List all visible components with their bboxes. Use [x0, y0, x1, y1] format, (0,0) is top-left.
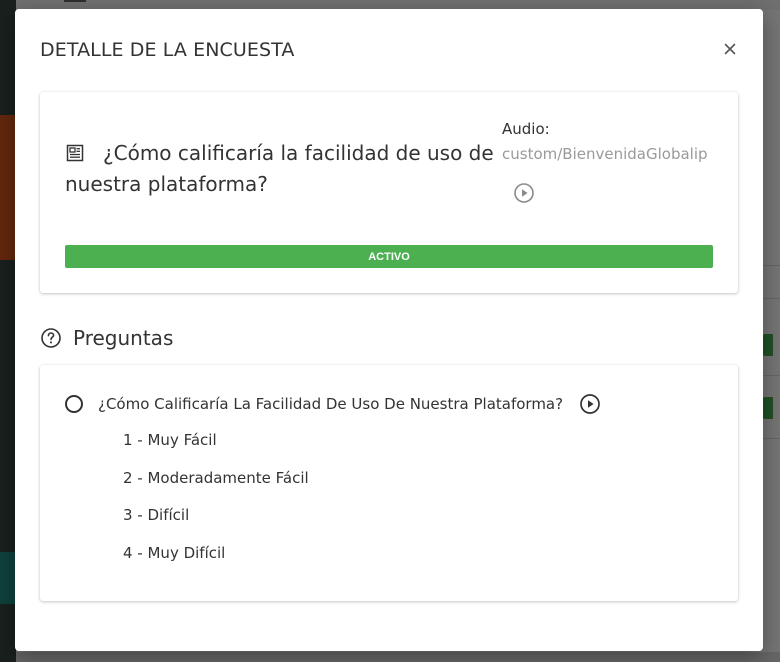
answer-option: 3 - Difícil	[123, 506, 190, 525]
answer-option: 4 - Muy Difícil	[123, 543, 226, 562]
audio-play-button[interactable]	[513, 182, 535, 204]
modal-title: DETALLE DE LA ENCUESTA	[40, 39, 295, 61]
survey-detail-modal: DETALLE DE LA ENCUESTA ¿Cómo calificaría…	[15, 9, 763, 651]
close-icon	[724, 43, 736, 55]
questions-title: Preguntas	[73, 326, 174, 350]
audio-file-name: custom/BienvenidaGlobalip	[502, 145, 708, 163]
question-text: ¿Cómo Calificaría La Facilidad De Uso De…	[98, 395, 564, 413]
audio-label: Audio:	[502, 120, 550, 138]
question-play-button[interactable]	[579, 393, 601, 415]
questions-card: ¿Cómo Calificaría La Facilidad De Uso De…	[40, 365, 738, 601]
status-badge: ACTIVO	[65, 245, 713, 268]
questions-header: Preguntas	[40, 326, 173, 350]
question-radio[interactable]	[65, 395, 83, 413]
answer-option: 2 - Moderadamente Fácil	[123, 468, 309, 487]
answer-option: 1 - Muy Fácil	[123, 431, 217, 449]
play-circle-icon	[514, 183, 534, 203]
answer-options: 1 - Muy Fácil 2 - Moderadamente Fácil 3 …	[123, 429, 309, 579]
question-item: ¿Cómo Calificaría La Facilidad De Uso De…	[65, 393, 601, 415]
close-button[interactable]	[719, 38, 741, 60]
survey-card: ¿Cómo calificaría la facilidad de uso de…	[40, 92, 738, 293]
help-circle-icon	[41, 328, 61, 348]
survey-question: ¿Cómo calificaría la facilidad de uso de…	[65, 141, 494, 196]
play-circle-icon	[580, 394, 600, 414]
